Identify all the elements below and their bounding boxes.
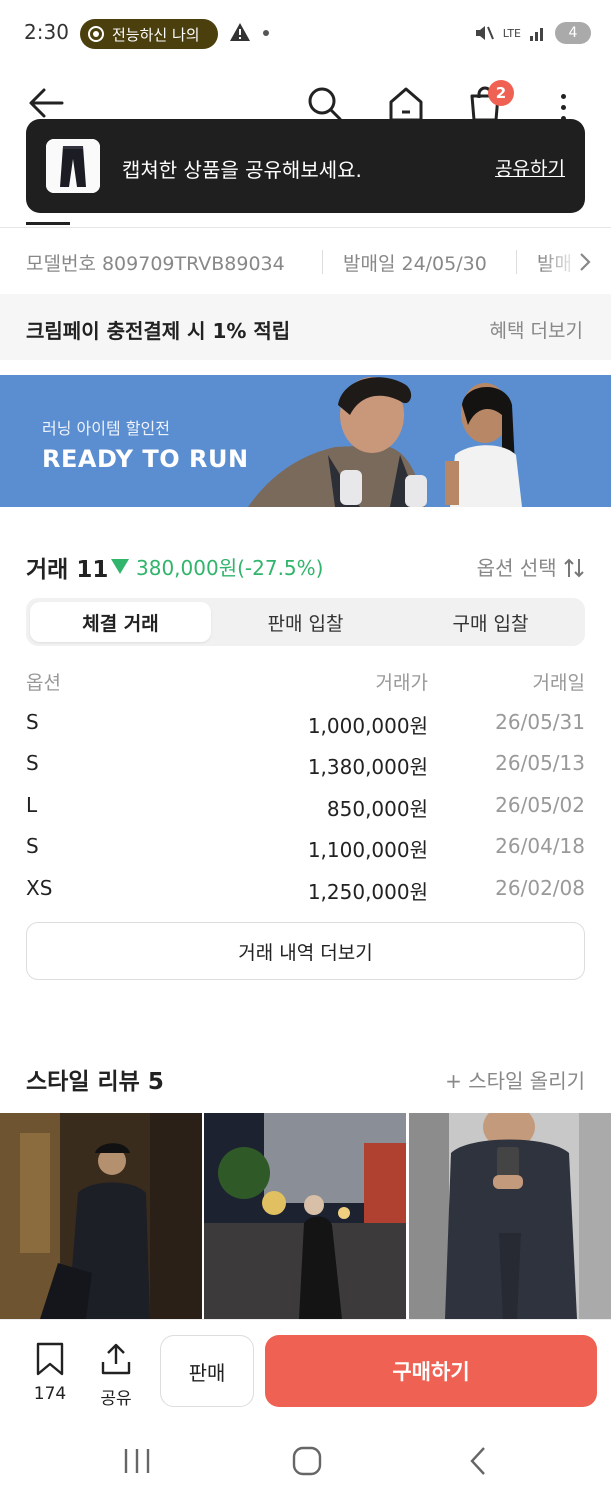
divider [322,250,323,274]
style-photo-image [409,1113,611,1319]
trade-header: 거래 11 380,000원(-27.5%) 옵션 선택 [26,548,585,584]
row-price: 1,000,000원 [307,713,428,738]
notification-pill-text: 전능하신 나의 [112,25,200,44]
signal-icon [530,28,543,41]
tab-sell-bids[interactable]: 판매 입찰 [215,602,396,642]
style-photo-image [0,1113,202,1319]
table-header: 옵션 거래가 거래일 [26,664,585,706]
share-icon [101,1343,131,1375]
model-number: 모델번호 809709TRVB89034 [26,253,285,275]
bookmark-count: 174 [33,1384,67,1404]
tab-executed-trades[interactable]: 체결 거래 [30,602,211,642]
system-nav-bar [0,1419,611,1500]
row-price: 1,100,000원 [307,838,428,862]
battery-icon: 4 [555,22,591,44]
share-toast: 캡쳐한 상품을 공유해보세요. 공유하기 [26,119,585,213]
bookmark-button[interactable]: 174 [28,1342,72,1404]
status-icons: LTE 4 [473,22,591,44]
option-select-label: 옵션 선택 [476,556,557,580]
pants-image [46,139,100,193]
divider [516,250,517,274]
record-icon [88,26,104,42]
home-icon[interactable] [388,86,424,122]
notification-pill[interactable]: 전능하신 나의 [80,19,218,49]
warning-icon [230,23,250,41]
style-photo-image [204,1113,406,1319]
toast-message: 캡쳐한 상품을 공유해보세요. [122,158,362,182]
mute-icon [475,26,494,40]
status-time: 2:30 [24,20,69,44]
table-row: XS 1,250,000원 26/02/08 [26,872,585,914]
network-label: LTE [502,26,521,40]
table-row: S 1,000,000원 26/05/31 [26,706,585,748]
row-date: 26/05/13 [495,751,585,775]
battery-level: 4 [568,25,578,41]
row-option: S [26,709,39,734]
row-price: 1,380,000원 [307,755,428,779]
style-photo[interactable] [0,1113,202,1319]
promo-text: 크림페이 충전결제 시 1% 적립 [26,319,291,343]
row-price: 1,250,000원 [307,879,428,904]
toast-share-link[interactable]: 공유하기 [495,154,565,181]
recent-apps-icon[interactable] [122,1447,152,1475]
trade-table: 옵션 거래가 거래일 S 1,000,000원 26/05/31 S 1,380… [26,664,585,913]
row-date: 26/02/08 [495,875,585,900]
back-arrow-icon[interactable] [28,86,64,120]
banner-title: READY TO RUN [42,445,249,473]
row-price: 850,000원 [326,796,428,821]
product-info-strip[interactable]: 모델번호 809709TRVB89034 발매일 24/05/30 발매 [0,230,611,290]
bookmark-icon [36,1342,64,1376]
promo-banner[interactable]: 러닝 아이템 할인전 READY TO RUN [0,375,611,507]
promo-link[interactable]: 혜택 더보기 [490,316,583,343]
home-button-icon[interactable] [292,1446,322,1476]
header-date: 거래일 [532,672,585,694]
style-photo[interactable] [204,1113,406,1319]
bottom-action-bar: 174 공유 판매 구매하기 [0,1319,611,1419]
row-option: S [26,834,39,858]
table-row: L 850,000원 26/05/02 [26,789,585,831]
share-label: 공유 [100,1389,132,1409]
banner-subtitle: 러닝 아이템 할인전 [42,419,170,438]
fade-overlay [541,230,611,290]
tab-buy-bids[interactable]: 구매 입찰 [400,602,581,642]
row-option: XS [26,875,53,900]
style-review-title: 스타일 리뷰 5 [26,1069,164,1095]
down-triangle-icon [111,559,129,574]
row-date: 26/05/02 [495,792,585,817]
row-option: S [26,751,39,775]
cart-badge: 2 [488,80,514,106]
notification-dot-icon [263,30,269,36]
style-review-header: 스타일 리뷰 5 + 스타일 올리기 [26,1062,585,1098]
promo-row[interactable]: 크림페이 충전결제 시 1% 적립 혜택 더보기 [0,294,611,360]
option-select[interactable]: 옵션 선택 [477,552,585,581]
row-option: L [26,792,38,817]
buy-button[interactable]: 구매하기 [265,1335,597,1407]
chevron-right-icon[interactable] [579,252,591,272]
header-price: 거래가 [375,672,428,694]
table-row: S 1,380,000원 26/05/13 [26,747,585,789]
sort-icon [564,558,584,578]
style-photo[interactable] [409,1113,611,1319]
table-row: S 1,100,000원 26/04/18 [26,830,585,872]
price-change: 380,000원(-27.5%) [136,556,324,580]
upload-style-link[interactable]: + 스타일 올리기 [445,1065,585,1094]
active-tab-indicator [26,222,70,225]
status-bar: 2:30 전능하신 나의 LTE 4 [0,0,611,68]
share-button[interactable]: 공유 [96,1342,136,1409]
product-thumbnail [46,139,100,193]
banner-runners-image [248,377,522,507]
release-date: 발매일 24/05/30 [343,253,487,275]
divider [0,227,611,228]
system-back-icon[interactable] [468,1446,488,1476]
search-icon[interactable] [307,86,343,122]
row-date: 26/05/31 [495,709,585,734]
style-photo-strip [0,1113,611,1319]
trade-tabs: 체결 거래 판매 입찰 구매 입찰 [26,598,585,646]
more-trades-button[interactable]: 거래 내역 더보기 [26,922,585,980]
trade-title: 거래 11 [26,557,109,583]
sell-button[interactable]: 판매 [160,1335,254,1407]
header-option: 옵션 [26,672,61,694]
row-date: 26/04/18 [495,834,585,858]
